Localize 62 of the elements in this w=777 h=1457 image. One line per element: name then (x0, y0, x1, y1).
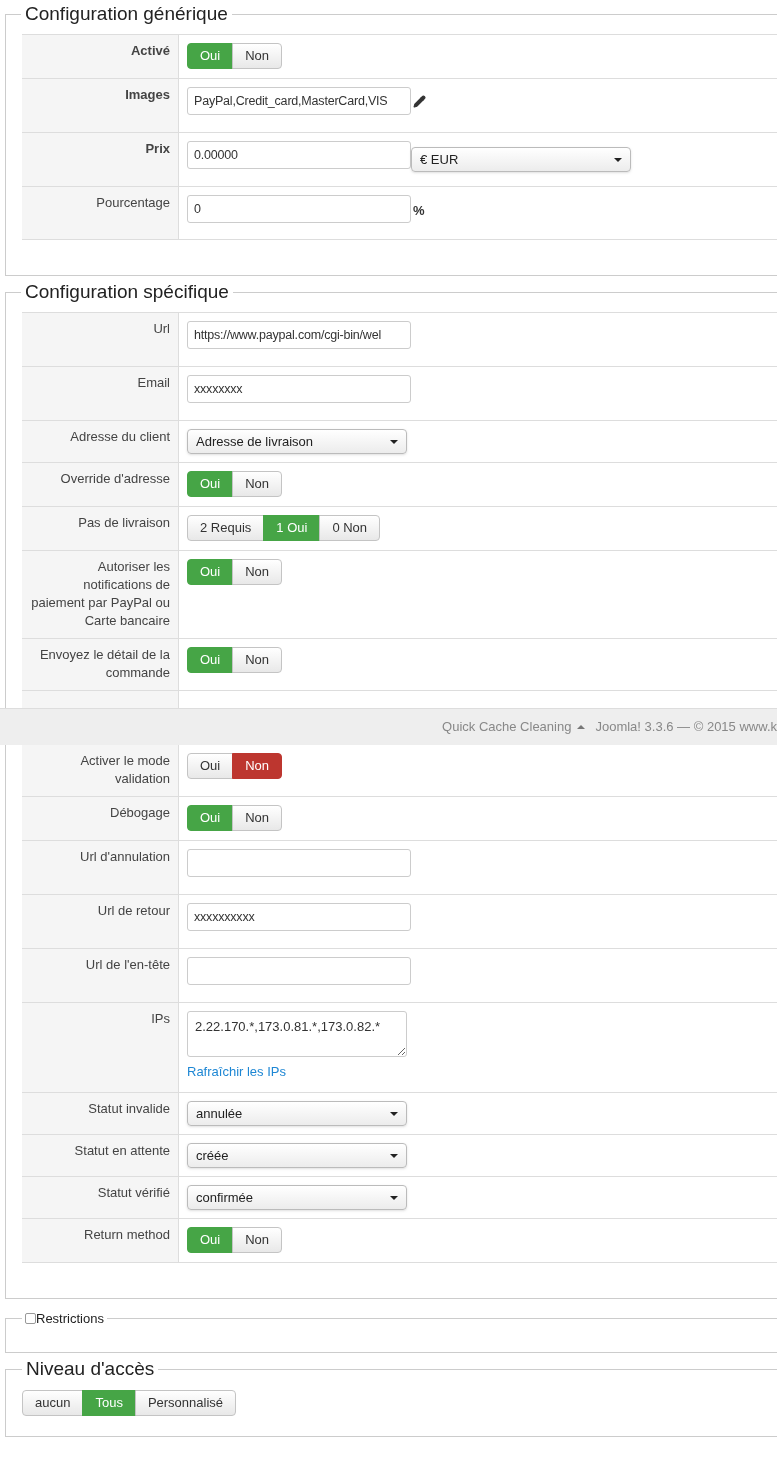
field-label: Pas de livraison (78, 515, 170, 530)
field-label: IPs (151, 1011, 170, 1026)
caret-up-icon (577, 725, 586, 729)
field-label: Return method (84, 1227, 170, 1242)
field-label: Débogage (110, 805, 170, 820)
caret-icon (390, 1111, 398, 1116)
field-label: Activer le mode validation (80, 753, 170, 786)
field-label: Url d'annulation (80, 849, 170, 864)
field-label: Autoriser les notifications de paiement par PayPal ou Carte bancaire (31, 559, 170, 628)
percent-sign: % (413, 202, 425, 220)
dropdown-select[interactable]: créée (187, 1143, 407, 1168)
dropdown-select[interactable]: € EUR (411, 147, 631, 172)
text-field[interactable]: https://www.paypal.com/cgi-bin/wel (187, 321, 411, 349)
toggle-option[interactable]: Non (232, 43, 283, 69)
field-label: Envoyez le détail de la commande (39, 647, 170, 680)
toggle-option[interactable]: Non (232, 559, 283, 585)
text-field[interactable]: xxxxxxxx (187, 375, 411, 403)
field-label: Activé (130, 43, 170, 58)
dropdown-select[interactable]: annulée (187, 1101, 407, 1126)
field-label: Url (153, 321, 170, 336)
text-field[interactable] (187, 849, 411, 877)
field-label: Images (125, 87, 170, 102)
toggle-option[interactable]: 0 Non (319, 515, 381, 541)
field-label: Prix (145, 141, 170, 156)
footer-text: Joomla! 3.3.6 — © 2015 www.k (595, 718, 777, 737)
toggle-option[interactable]: Non (232, 1227, 283, 1253)
dropdown-select[interactable]: confirmée (187, 1185, 407, 1210)
field-label: Adresse du client (70, 429, 170, 444)
toggle-option[interactable]: Non (232, 753, 283, 779)
restrictions-checkbox[interactable] (25, 1313, 36, 1325)
field-label: Statut vérifié (97, 1185, 170, 1200)
section-title: Configuration spécifique (25, 281, 229, 302)
field-label: Url de retour (97, 903, 170, 918)
text-field[interactable] (187, 957, 411, 985)
section-title: Configuration générique (25, 3, 228, 24)
field-label: Pourcentage (96, 195, 170, 210)
text-field[interactable]: 0.00000 (187, 141, 411, 169)
section-title: Niveau d'accès (26, 1358, 155, 1379)
caret-icon (390, 1153, 398, 1158)
text-field[interactable]: xxxxxxxxxx (187, 903, 411, 931)
toggle-option[interactable]: Non (232, 805, 283, 831)
toggle-option[interactable]: Non (232, 647, 283, 673)
text-field[interactable]: PayPal,Credit_card,MasterCard,VIS (187, 87, 411, 115)
refresh-ips-link[interactable]: Rafraîchir les IPs (187, 1063, 407, 1081)
pencil-icon[interactable] (413, 94, 426, 108)
toggle-option[interactable]: 2 Requis (187, 515, 265, 541)
text-field[interactable]: 0 (187, 195, 411, 223)
restrictions-label: Restrictions (36, 1310, 104, 1328)
field-label: Statut en attente (74, 1143, 170, 1158)
toggle-option[interactable]: Oui (187, 753, 234, 779)
caret-icon (390, 1195, 398, 1200)
field-label: Url de l'en-tête (85, 957, 170, 972)
ips-textarea[interactable]: 2.22.170.*,173.0.81.*,173.0.82.* (187, 1011, 407, 1057)
field-label: Statut invalide (88, 1101, 170, 1116)
toggle-option[interactable]: Non (232, 471, 283, 497)
toggle-option[interactable]: aucun (22, 1390, 84, 1416)
toggle-option[interactable]: Personnalisé (134, 1390, 237, 1416)
caret-icon (390, 439, 398, 444)
dropdown-select[interactable]: Adresse de livraison (187, 429, 407, 454)
field-label: Email (137, 375, 170, 390)
caret-icon (614, 157, 622, 162)
field-label: Override d'adresse (60, 471, 170, 486)
